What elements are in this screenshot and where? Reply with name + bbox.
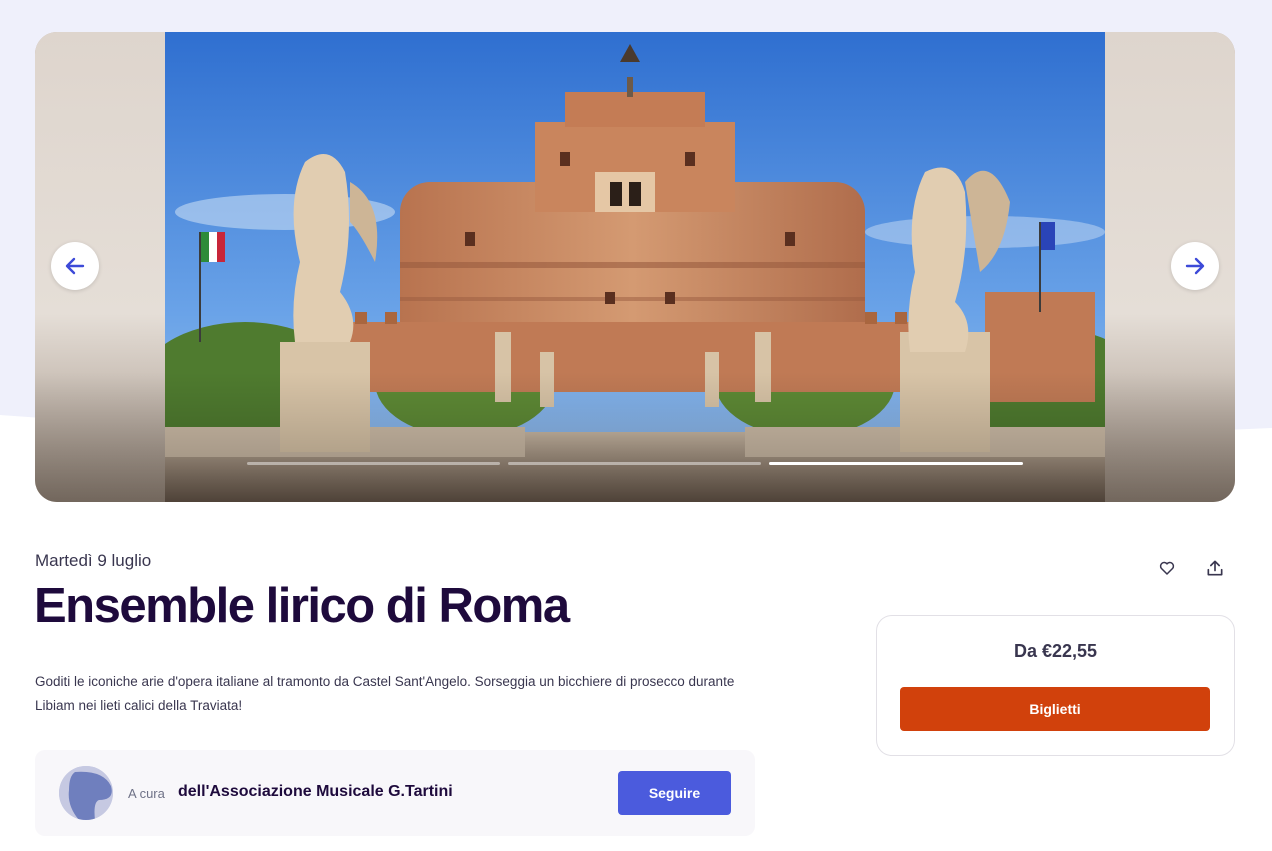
carousel-prev-button[interactable] (51, 242, 99, 290)
event-summary: Goditi le iconiche arie d'opera italiane… (35, 674, 735, 713)
tickets-button[interactable]: Biglietti (900, 687, 1210, 731)
arrow-left-icon (65, 257, 85, 275)
carousel-progress-3 (769, 462, 1023, 465)
organizer-avatar[interactable] (59, 766, 113, 820)
organizer-card: A cura dell'Associazione Musicale G.Tart… (35, 750, 755, 836)
event-title: Ensemble lirico di Roma (34, 579, 570, 633)
like-button[interactable] (1153, 554, 1181, 582)
carousel-next-button[interactable] (1171, 242, 1219, 290)
event-date: Martedì 9 luglio (35, 551, 152, 570)
hero-image (165, 32, 1105, 502)
carousel-progress-1 (247, 462, 500, 465)
arrow-right-icon (1185, 257, 1205, 275)
organizer-prefix: A cura (128, 786, 165, 801)
share-icon (1207, 560, 1223, 576)
organizer-name[interactable]: dell'Associazione Musicale G.Tartini (178, 783, 453, 801)
hero-carousel[interactable] (35, 32, 1235, 502)
heart-icon (1159, 561, 1175, 575)
follow-button[interactable]: Seguire (618, 771, 731, 815)
ticket-card: Da €22,55 Biglietti (876, 615, 1235, 756)
share-button[interactable] (1201, 554, 1229, 582)
ticket-price: Da €22,55 (1013, 641, 1098, 661)
carousel-progress-2 (508, 462, 761, 465)
avatar-shape (59, 766, 113, 820)
